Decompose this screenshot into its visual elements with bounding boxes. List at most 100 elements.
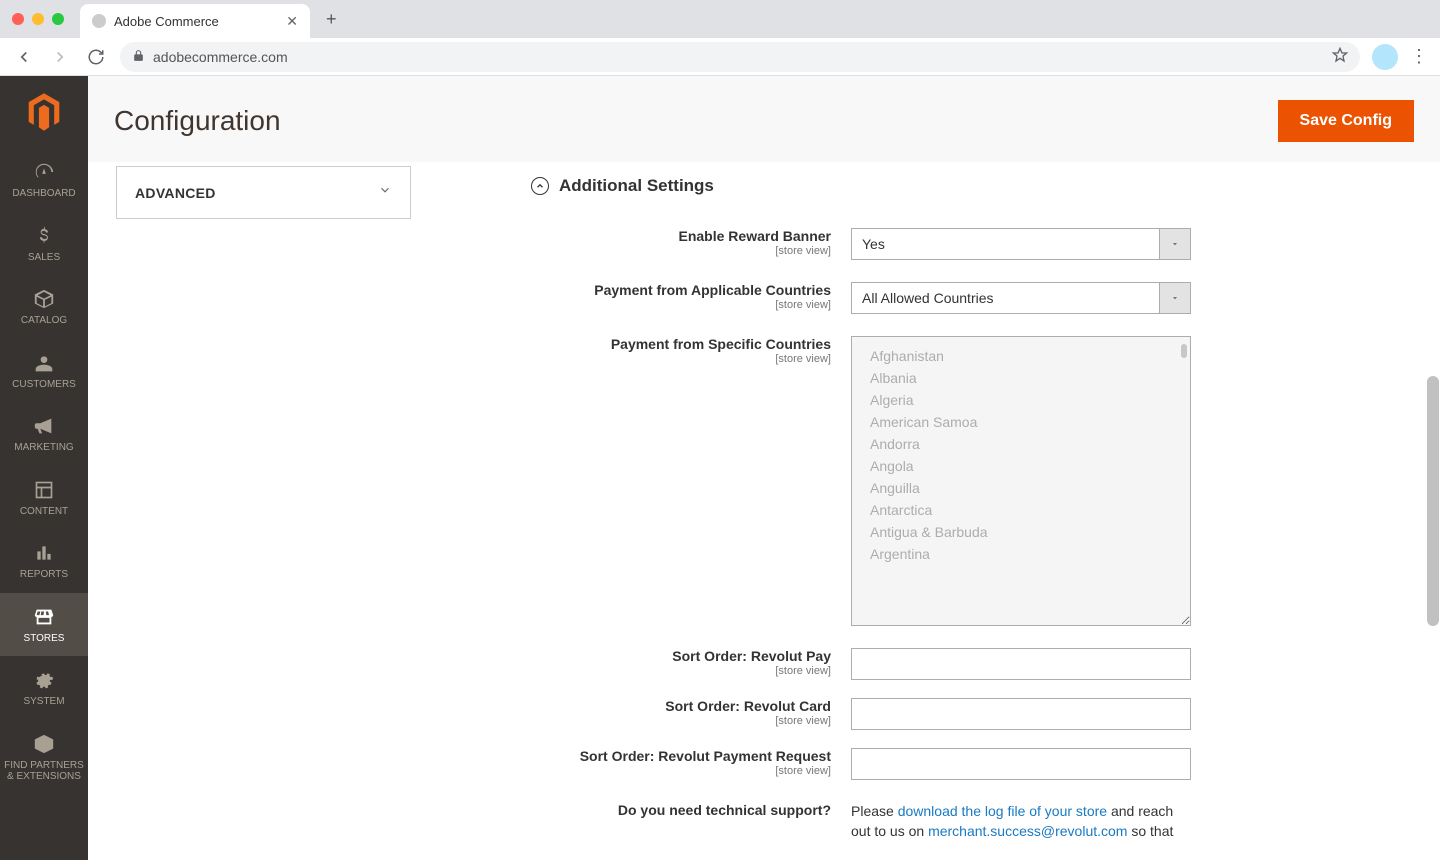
sidebar-item-label: REPORTS [20,569,68,581]
gear-icon [32,668,56,692]
country-option[interactable]: Antarctica [852,499,1190,521]
field-sort-revolut-request: Sort Order: Revolut Payment Request [sto… [531,748,1414,780]
field-label: Payment from Specific Countries [531,336,831,352]
magento-logo[interactable] [0,76,88,148]
country-option[interactable]: Argentina [852,543,1190,565]
person-icon [32,351,56,375]
country-option[interactable]: Angola [852,455,1190,477]
sidebar-item-sales[interactable]: SALES [0,212,88,276]
sidebar-item-reports[interactable]: REPORTS [0,529,88,593]
field-sort-revolut-pay: Sort Order: Revolut Pay [store view] [531,648,1414,680]
store-icon [32,605,56,629]
reload-button[interactable] [84,48,108,66]
sidebar-item-label: FIND PARTNERS & EXTENSIONS [4,760,84,783]
sidebar-item-marketing[interactable]: MARKETING [0,402,88,466]
megaphone-icon [32,414,56,438]
scrollbar-thumb[interactable] [1427,376,1439,626]
field-scope: [store view] [531,353,831,365]
sidebar-item-dashboard[interactable]: DASHBOARD [0,148,88,212]
sidebar-item-label: SALES [28,252,60,264]
browser-tab[interactable]: Adobe Commerce ✕ [80,4,310,38]
address-bar[interactable]: adobecommerce.com [120,42,1360,72]
sidebar-item-label: STORES [24,633,65,645]
puzzle-icon [32,732,56,756]
country-option[interactable]: Afghanistan [852,345,1190,367]
field-technical-support: Do you need technical support? Please do… [531,802,1414,841]
sidebar-item-content[interactable]: CONTENT [0,466,88,530]
bookmark-star-icon[interactable] [1332,47,1348,66]
field-label: Sort Order: Revolut Pay [531,648,831,664]
group-title: Additional Settings [559,176,714,196]
applicable-countries-select[interactable] [851,282,1191,314]
section-advanced[interactable]: ADVANCED [116,166,411,219]
field-scope: [store view] [531,299,831,311]
sort-revolut-card-input[interactable] [851,698,1191,730]
sidebar-item-catalog[interactable]: CATALOG [0,275,88,339]
sidebar-item-label: DASHBOARD [12,188,75,200]
field-label: Payment from Applicable Countries [531,282,831,298]
new-tab-button[interactable]: + [326,9,337,30]
tab-close-icon[interactable]: ✕ [286,13,298,30]
country-option[interactable]: Antigua & Barbuda [852,521,1190,543]
field-scope: [store view] [531,665,831,677]
tab-favicon [92,14,106,28]
download-log-link[interactable]: download the log file of your store [898,803,1107,819]
sidebar-item-stores[interactable]: STORES [0,593,88,657]
lock-icon [132,49,145,65]
support-text-part: so that [1127,823,1173,839]
sidebar-item-label: CONTENT [20,506,68,518]
sidebar-item-customers[interactable]: CUSTOMERS [0,339,88,403]
bar-chart-icon [32,541,56,565]
page-header: Configuration Save Config [88,76,1440,162]
page-title: Configuration [114,105,281,137]
country-option[interactable]: Algeria [852,389,1190,411]
window-close-button[interactable] [12,13,24,25]
sidebar-item-label: CATALOG [21,315,67,327]
field-specific-countries: Payment from Specific Countries [store v… [531,336,1414,626]
box-icon [32,287,56,311]
sort-revolut-pay-input[interactable] [851,648,1191,680]
group-header[interactable]: Additional Settings [531,162,1414,206]
field-label: Do you need technical support? [531,802,831,818]
country-option[interactable]: American Samoa [852,411,1190,433]
browser-toolbar: adobecommerce.com ⋮ [0,38,1440,76]
country-option[interactable]: Andorra [852,433,1190,455]
field-applicable-countries: Payment from Applicable Countries [store… [531,282,1414,314]
sidebar-item-label: SYSTEM [23,696,64,708]
sidebar-item-label: CUSTOMERS [12,379,76,391]
field-scope: [store view] [531,715,831,727]
save-config-button[interactable]: Save Config [1278,100,1414,142]
country-option[interactable]: Albania [852,367,1190,389]
support-text: Please download the log file of your sto… [851,802,1191,841]
gauge-icon [32,160,56,184]
field-label: Enable Reward Banner [531,228,831,244]
forward-button[interactable] [48,48,72,66]
country-option[interactable]: Anguilla [852,477,1190,499]
url-text: adobecommerce.com [153,49,288,65]
enable-reward-banner-select[interactable] [851,228,1191,260]
chevron-down-icon [378,183,392,202]
support-email-link[interactable]: merchant.success@revolut.com [928,823,1127,839]
sidebar-item-partners[interactable]: FIND PARTNERS & EXTENSIONS [0,720,88,795]
specific-countries-multiselect[interactable]: Afghanistan Albania Algeria American Sam… [851,336,1191,626]
admin-sidebar: DASHBOARD SALES CATALOG CUSTOMERS MARKET… [0,76,88,860]
browser-menu-icon[interactable]: ⋮ [1410,46,1428,67]
window-minimize-button[interactable] [32,13,44,25]
layout-icon [32,478,56,502]
profile-avatar[interactable] [1372,44,1398,70]
sidebar-item-system[interactable]: SYSTEM [0,656,88,720]
support-text-part: Please [851,803,898,819]
collapse-up-icon [531,177,549,195]
config-form: Additional Settings Enable Reward Banner… [411,162,1440,860]
tab-title: Adobe Commerce [114,14,219,29]
sort-revolut-request-input[interactable] [851,748,1191,780]
back-button[interactable] [12,48,36,66]
field-label: Sort Order: Revolut Payment Request [531,748,831,764]
page-scrollbar [1426,76,1440,860]
scrollbar-thumb[interactable] [1181,344,1187,358]
window-maximize-button[interactable] [52,13,64,25]
field-enable-reward-banner: Enable Reward Banner [store view] [531,228,1414,260]
config-nav-panel: ADVANCED [88,162,411,860]
field-scope: [store view] [531,765,831,777]
field-sort-revolut-card: Sort Order: Revolut Card [store view] [531,698,1414,730]
